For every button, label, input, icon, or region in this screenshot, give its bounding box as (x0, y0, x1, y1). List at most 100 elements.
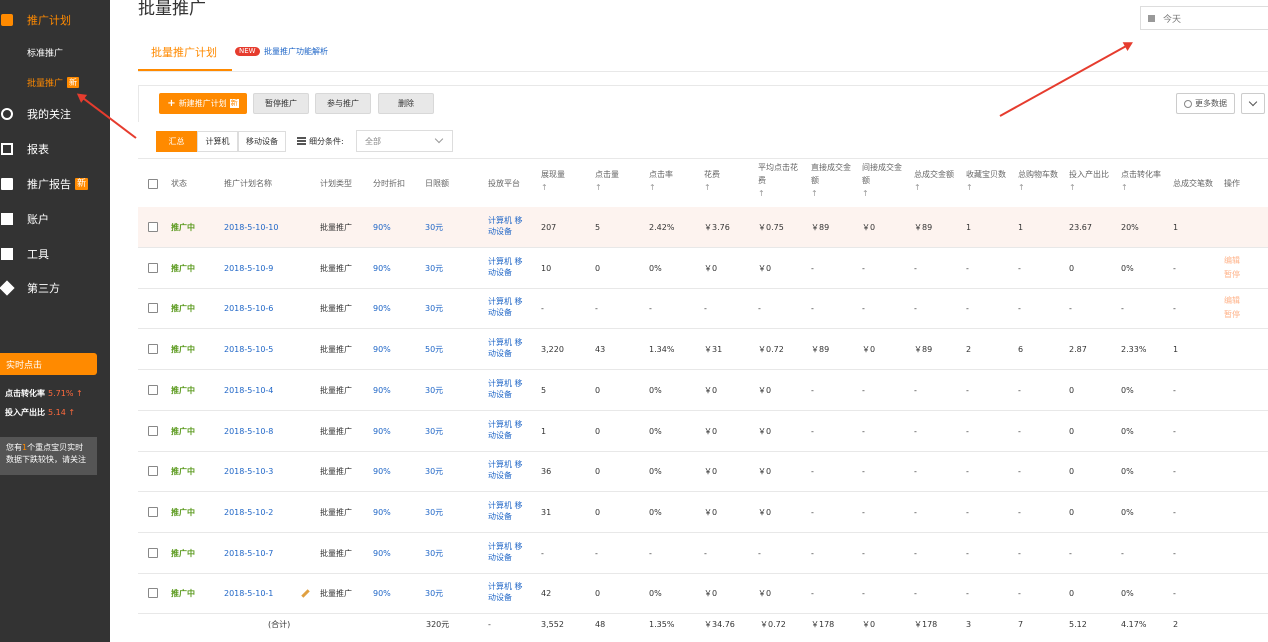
table-row[interactable]: 推广中 2018-5-10-8 批量推广 90% 30元 计算机 移动设备 1 0 0% ￥0 ￥0… (138, 411, 1268, 452)
platform-link[interactable]: 计算机 移动设备 (488, 296, 523, 318)
plan-name-link[interactable]: 2018-5-10-10 (224, 222, 278, 233)
sort-arrow-icon[interactable]: ↑ (914, 181, 954, 194)
table-row[interactable]: 推广中 2018-5-10-5 批量推广 90% 50元 计算机 移动设备 3,220 43 1… (138, 329, 1268, 371)
plan-name-link[interactable]: 2018-5-10-6 (224, 303, 273, 314)
row-checkbox[interactable] (148, 303, 158, 314)
pause-button[interactable]: 暂停推广 (253, 93, 309, 114)
discount-link[interactable]: 90% (373, 426, 391, 437)
row-checkbox[interactable] (148, 466, 158, 477)
expand-dropdown-button[interactable] (1241, 93, 1265, 114)
column-header[interactable]: 平均点击花费 ↑ (758, 161, 798, 200)
column-header[interactable]: 花费 ↑ (704, 168, 720, 194)
sort-arrow-icon[interactable]: ↑ (1018, 181, 1058, 194)
discount-link[interactable]: 90% (373, 507, 391, 518)
daily-limit-link[interactable]: 30元 (425, 222, 443, 233)
delete-button[interactable]: 删除 (378, 93, 434, 114)
platform-link[interactable]: 计算机 移动设备 (488, 581, 523, 603)
table-row[interactable]: 推广中 2018-5-10-6 批量推广 90% 30元 计算机 移动设备 - - - - - - - -… (138, 288, 1268, 330)
sort-arrow-icon[interactable]: ↑ (862, 187, 902, 200)
daily-limit-link[interactable]: 30元 (425, 588, 443, 599)
discount-link[interactable]: 90% (373, 588, 391, 599)
sidebar-item-account[interactable]: 账户 (0, 206, 110, 232)
segment-summary[interactable]: 汇总 (156, 131, 197, 152)
more-data-button[interactable]: 更多数据 (1176, 93, 1235, 114)
discount-link[interactable]: 90% (373, 466, 391, 477)
plan-name-link[interactable]: 2018-5-10-4 (224, 385, 273, 396)
platform-link[interactable]: 计算机 移动设备 (488, 337, 523, 359)
column-header[interactable]: 间接成交金额 ↑ (862, 161, 902, 200)
daily-limit-link[interactable]: 30元 (425, 426, 443, 437)
column-header[interactable]: 点击量 ↑ (595, 168, 619, 194)
discount-link[interactable]: 90% (373, 263, 391, 274)
row-checkbox[interactable] (148, 262, 158, 273)
condition-select[interactable]: 全部 (356, 130, 453, 152)
sidebar-item-third-party[interactable]: 第三方 (0, 275, 110, 301)
edit-link[interactable]: 编辑 (1224, 255, 1240, 266)
row-checkbox[interactable] (148, 588, 158, 599)
sort-arrow-icon[interactable]: ↑ (966, 181, 1006, 194)
plan-name-link[interactable]: 2018-5-10-9 (224, 263, 273, 274)
table-row[interactable]: 推广中 2018-5-10-7 批量推广 90% 30元 计算机 移动设备 - - - - - - - -… (138, 533, 1268, 574)
pause-link[interactable]: 暂停 (1224, 309, 1240, 320)
column-header[interactable]: 总成交金额 ↑ (914, 168, 954, 194)
segment-computer[interactable]: 计算机 (197, 131, 238, 152)
platform-link[interactable]: 计算机 移动设备 (488, 541, 523, 563)
table-row[interactable]: 推广中 2018-5-10-9 批量推广 90% 30元 计算机 移动设备 10 0 0% ￥0 ￥… (138, 248, 1268, 289)
sidebar-item-report[interactable]: 报表 (0, 136, 110, 162)
daily-limit-link[interactable]: 50元 (425, 344, 443, 355)
sidebar-item-tools[interactable]: 工具 (0, 241, 110, 267)
sidebar-sub-standard[interactable]: 标准推广 (27, 46, 63, 59)
sidebar-sub-batch[interactable]: 批量推广 新 (27, 76, 80, 89)
discount-link[interactable]: 90% (373, 222, 391, 233)
plan-name-link[interactable]: 2018-5-10-7 (224, 548, 273, 559)
table-row[interactable]: 推广中 2018-5-10-3 批量推广 90% 30元 计算机 移动设备 36 0 0% ￥0 ￥… (138, 451, 1268, 493)
column-header[interactable]: 收藏宝贝数 ↑ (966, 168, 1006, 194)
sort-arrow-icon[interactable]: ↑ (758, 187, 798, 200)
platform-link[interactable]: 计算机 移动设备 (488, 419, 523, 441)
edit-link[interactable]: 编辑 (1224, 295, 1240, 306)
daily-limit-link[interactable]: 30元 (425, 466, 443, 477)
column-header[interactable]: 点击率 ↑ (649, 168, 673, 194)
platform-link[interactable]: 计算机 移动设备 (488, 256, 523, 278)
column-header[interactable]: 展现量 ↑ (541, 168, 565, 194)
column-header[interactable]: 点击转化率 ↑ (1121, 168, 1161, 194)
plan-name-link[interactable]: 2018-5-10-1 (224, 588, 273, 599)
row-checkbox[interactable] (148, 506, 158, 517)
daily-limit-link[interactable]: 30元 (425, 385, 443, 396)
sort-arrow-icon[interactable]: ↑ (811, 187, 851, 200)
daily-limit-link[interactable]: 30元 (425, 263, 443, 274)
plan-name-link[interactable]: 2018-5-10-5 (224, 344, 273, 355)
sort-arrow-icon[interactable]: ↑ (1069, 181, 1109, 194)
row-checkbox[interactable] (148, 547, 158, 558)
row-checkbox[interactable] (148, 384, 158, 395)
discount-link[interactable]: 90% (373, 303, 391, 314)
table-row[interactable]: 推广中 2018-5-10-1 批量推广 90% 30元 计算机 移动设备 42 0 0% ￥0 ￥… (138, 573, 1268, 615)
platform-link[interactable]: 计算机 移动设备 (488, 459, 523, 481)
discount-link[interactable]: 90% (373, 385, 391, 396)
column-header[interactable]: 直接成交金额 ↑ (811, 161, 851, 200)
new-plan-button[interactable]: + 新建推广计划 新 (159, 93, 247, 114)
discount-link[interactable]: 90% (373, 548, 391, 559)
table-row[interactable]: 推广中 2018-5-10-10 批量推广 90% 30元 计算机 移动设备 207 5 2.4… (138, 207, 1268, 248)
date-picker[interactable]: 今天 (1140, 6, 1268, 30)
platform-link[interactable]: 计算机 移动设备 (488, 500, 523, 522)
sidebar-item-promo-report[interactable]: 推广报告 新 (0, 171, 110, 197)
column-header[interactable]: 投入产出比 ↑ (1069, 168, 1109, 194)
row-checkbox[interactable] (148, 425, 158, 436)
plan-name-link[interactable]: 2018-5-10-8 (224, 426, 273, 437)
pencil-icon[interactable] (301, 589, 310, 599)
column-header[interactable]: 总购物车数 ↑ (1018, 168, 1058, 194)
platform-link[interactable]: 计算机 移动设备 (488, 378, 523, 400)
join-button[interactable]: 参与推广 (315, 93, 371, 114)
segment-mobile[interactable]: 移动设备 (238, 131, 286, 152)
platform-link[interactable]: 计算机 移动设备 (488, 215, 523, 237)
sort-arrow-icon[interactable]: ↑ (595, 181, 619, 194)
pause-link[interactable]: 暂停 (1224, 269, 1240, 280)
tab-batch-plan[interactable]: 批量推广计划 (151, 44, 217, 60)
sidebar-item-plan[interactable]: 推广计划 (0, 7, 110, 33)
daily-limit-link[interactable]: 30元 (425, 548, 443, 559)
row-checkbox[interactable] (148, 344, 158, 355)
table-row[interactable]: 推广中 2018-5-10-2 批量推广 90% 30元 计算机 移动设备 31 0 0% ￥0 ￥… (138, 492, 1268, 533)
select-all-checkbox[interactable] (148, 179, 158, 189)
daily-limit-link[interactable]: 30元 (425, 303, 443, 314)
